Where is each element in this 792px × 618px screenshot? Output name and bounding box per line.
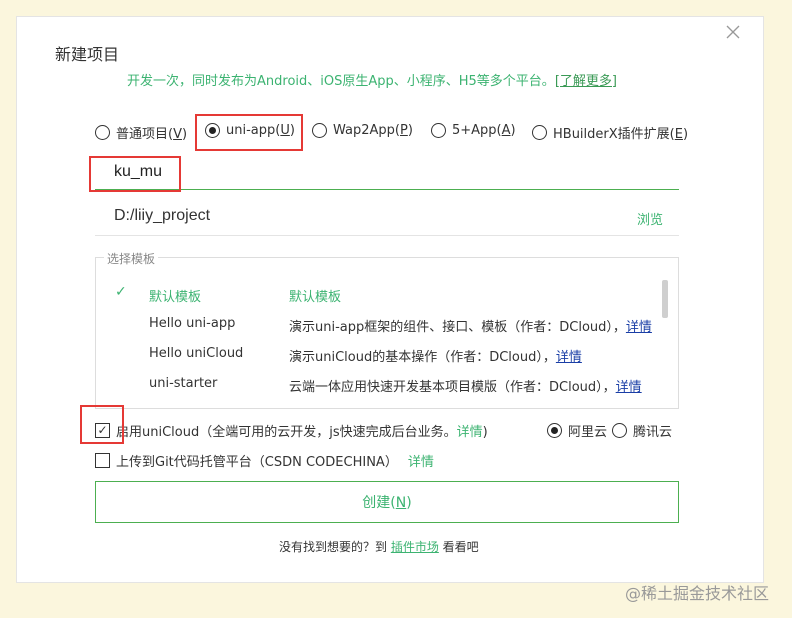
checkmark-icon: ✓ (115, 284, 127, 300)
radio-indicator[interactable] (312, 123, 327, 138)
template-name: uni-starter (149, 376, 218, 391)
radio-hbuilderx-plugin[interactable]: HBuilderX插件扩展(E) (532, 123, 688, 142)
template-name: Hello uniCloud (149, 346, 244, 361)
template-row-uni-starter[interactable]: uni-starter 云端一体应用快速开发基本项目模版（作者：DCloud），… (96, 370, 656, 400)
radio-wap2app[interactable]: Wap2App(P) (312, 123, 413, 138)
watermark: @稀土掘金技术社区 (625, 584, 770, 603)
template-detail-link[interactable]: 详情 (616, 380, 642, 395)
template-desc: 演示uni-app框架的组件、接口、模板（作者：DCloud），详情 (289, 320, 652, 335)
template-row-default[interactable]: ✓ 默认模板 默认模板 (96, 280, 656, 310)
radio-label: 普通项目(V) (116, 127, 188, 142)
radio-label: Wap2App(P) (333, 123, 413, 138)
template-name: Hello uni-app (149, 316, 236, 331)
radio-aliyun[interactable]: 阿里云 (547, 421, 607, 440)
radio-label: 阿里云 (568, 425, 608, 440)
template-desc: 演示uniCloud的基本操作（作者：DCloud），详情 (289, 350, 582, 365)
create-button[interactable]: 创建(N) (95, 481, 679, 523)
plugin-market-link[interactable]: 插件市场 (391, 540, 439, 554)
dialog-title: 新建项目 (55, 45, 120, 64)
git-detail-link[interactable]: 详情 (408, 451, 434, 470)
close-icon[interactable] (725, 24, 741, 40)
browse-button[interactable]: 浏览 (637, 209, 663, 228)
template-row-hello-uni-app[interactable]: Hello uni-app 演示uni-app框架的组件、接口、模板（作者：DC… (96, 310, 656, 340)
template-desc: 默认模板 (289, 290, 342, 305)
radio-tencent-cloud[interactable]: 腾讯云 (612, 421, 672, 440)
enable-unicloud-option[interactable]: ✓ 启用uniCloud（全端可用的云开发，js快速完成后台业务。详情) (95, 421, 488, 440)
enable-unicloud-checkbox[interactable]: ✓ (95, 423, 110, 438)
radio-indicator[interactable] (431, 123, 446, 138)
subtitle-text: 开发一次，同时发布为Android、iOS原生App、小程序、H5等多个平台。 (127, 74, 555, 89)
radio-indicator[interactable] (95, 125, 110, 140)
template-list: ✓ 默认模板 默认模板 Hello uni-app 演示uni-app框架的组件… (95, 257, 679, 409)
radio-indicator[interactable] (547, 423, 562, 438)
upload-git-label: 上传到Git代码托管平台（CSDN CODECHINA） (116, 455, 398, 470)
template-detail-link[interactable]: 详情 (556, 350, 582, 365)
footer-text: 没有找到想要的？到 插件市场 看看吧 (279, 540, 479, 554)
enable-unicloud-label: 启用uniCloud（全端可用的云开发，js快速完成后台业务。详情) (116, 425, 488, 440)
radio-normal-project[interactable]: 普通项目(V) (95, 123, 187, 142)
radio-indicator[interactable] (532, 125, 547, 140)
upload-git-option[interactable]: 上传到Git代码托管平台（CSDN CODECHINA） 详情 (95, 451, 434, 470)
template-desc: 云端一体应用快速开发基本项目模版（作者：DCloud），详情 (289, 380, 642, 395)
template-name: 默认模板 (149, 290, 202, 305)
radio-label: HBuilderX插件扩展(E) (553, 127, 689, 142)
template-row-hello-unicloud[interactable]: Hello uniCloud 演示uniCloud的基本操作（作者：DCloud… (96, 340, 656, 370)
learn-more-link[interactable]: [了解更多] (555, 74, 617, 89)
project-path-value: D:/liiy_project (114, 207, 211, 224)
unicloud-detail-link[interactable]: 详情 (457, 425, 483, 440)
radio-label: uni-app(U) (226, 123, 295, 138)
radio-indicator[interactable] (612, 423, 627, 438)
radio-5plus-app[interactable]: 5+App(A) (431, 123, 516, 138)
radio-uni-app[interactable]: uni-app(U) (205, 123, 295, 138)
radio-label: 腾讯云 (633, 425, 673, 440)
radio-label: 5+App(A) (452, 123, 516, 138)
template-scrollbar[interactable] (662, 280, 668, 318)
radio-indicator[interactable] (205, 123, 220, 138)
project-name-input[interactable] (95, 154, 679, 190)
template-legend: 选择模板 (104, 250, 159, 267)
upload-git-checkbox[interactable] (95, 453, 110, 468)
dialog-subtitle: 开发一次，同时发布为Android、iOS原生App、小程序、H5等多个平台。[… (127, 70, 617, 89)
template-detail-link[interactable]: 详情 (626, 320, 652, 335)
project-path-field[interactable]: D:/liiy_project 浏览 (95, 200, 679, 236)
